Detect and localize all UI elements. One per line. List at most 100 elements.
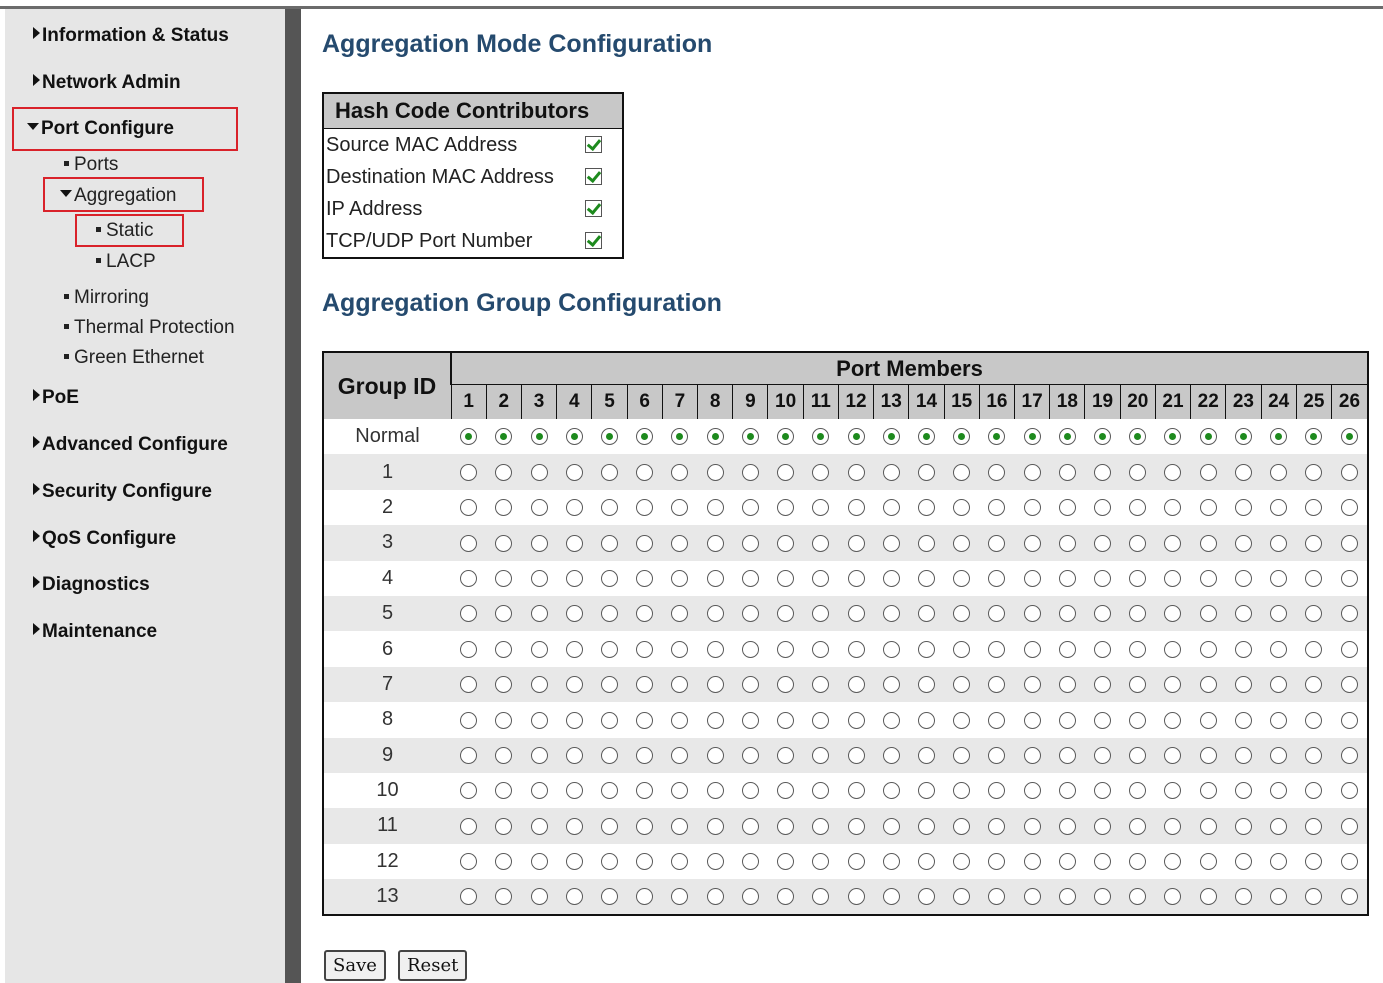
port-member-radio[interactable] [1094,853,1112,871]
port-member-radio[interactable] [1058,569,1076,587]
port-member-radio[interactable] [1270,569,1288,587]
port-member-radio[interactable] [1023,569,1041,587]
port-member-radio[interactable] [812,711,830,729]
port-member-radio[interactable] [565,782,583,800]
nav-lacp[interactable]: LACP [96,251,156,273]
port-member-radio[interactable] [530,534,548,552]
port-member-radio[interactable] [636,428,654,446]
port-member-radio[interactable] [777,428,795,446]
port-member-radio[interactable] [741,463,759,481]
port-member-radio[interactable] [953,499,971,517]
port-member-radio[interactable] [1305,534,1323,552]
port-member-radio[interactable] [1340,853,1358,871]
port-member-radio[interactable] [495,640,513,658]
port-member-radio[interactable] [1270,605,1288,623]
port-member-radio[interactable] [917,782,935,800]
port-member-radio[interactable] [1270,463,1288,481]
port-member-radio[interactable] [1129,463,1147,481]
nav-ports[interactable]: Ports [64,154,118,176]
port-member-radio[interactable] [847,817,865,835]
port-member-radio[interactable] [1234,888,1252,906]
port-member-radio[interactable] [600,676,618,694]
port-member-radio[interactable] [1129,534,1147,552]
port-member-radio[interactable] [530,640,548,658]
port-member-radio[interactable] [1305,676,1323,694]
port-member-radio[interactable] [671,676,689,694]
port-member-radio[interactable] [565,853,583,871]
port-member-radio[interactable] [1094,888,1112,906]
port-member-radio[interactable] [777,499,795,517]
tcp-udp-port-checkbox[interactable] [585,232,602,249]
port-member-radio[interactable] [1270,534,1288,552]
port-member-radio[interactable] [777,605,795,623]
port-member-radio[interactable] [1058,711,1076,729]
port-member-radio[interactable] [988,676,1006,694]
port-member-radio[interactable] [882,463,900,481]
port-member-radio[interactable] [565,746,583,764]
destination-mac-checkbox[interactable] [585,168,602,185]
port-member-radio[interactable] [706,428,724,446]
port-member-radio[interactable] [741,428,759,446]
source-mac-checkbox[interactable] [585,136,602,153]
port-member-radio[interactable] [1199,817,1217,835]
port-member-radio[interactable] [1094,499,1112,517]
port-member-radio[interactable] [1129,888,1147,906]
port-member-radio[interactable] [953,428,971,446]
port-member-radio[interactable] [953,534,971,552]
port-member-radio[interactable] [1094,746,1112,764]
port-member-radio[interactable] [1270,640,1288,658]
port-member-radio[interactable] [460,782,478,800]
port-member-radio[interactable] [1023,499,1041,517]
port-member-radio[interactable] [741,888,759,906]
port-member-radio[interactable] [1023,746,1041,764]
port-member-radio[interactable] [530,463,548,481]
port-member-radio[interactable] [917,499,935,517]
port-member-radio[interactable] [988,640,1006,658]
port-member-radio[interactable] [1199,711,1217,729]
port-member-radio[interactable] [1164,782,1182,800]
port-member-radio[interactable] [741,782,759,800]
port-member-radio[interactable] [460,640,478,658]
port-member-radio[interactable] [460,853,478,871]
port-member-radio[interactable] [460,605,478,623]
port-member-radio[interactable] [1340,605,1358,623]
port-member-radio[interactable] [636,711,654,729]
port-member-radio[interactable] [1058,640,1076,658]
port-member-radio[interactable] [777,640,795,658]
nav-security-configure[interactable]: Security Configure [33,481,212,503]
port-member-radio[interactable] [1094,534,1112,552]
port-member-radio[interactable] [636,853,654,871]
port-member-radio[interactable] [988,569,1006,587]
port-member-radio[interactable] [917,534,935,552]
port-member-radio[interactable] [1199,499,1217,517]
port-member-radio[interactable] [495,676,513,694]
port-member-radio[interactable] [1234,782,1252,800]
ip-address-checkbox[interactable] [585,200,602,217]
port-member-radio[interactable] [741,605,759,623]
port-member-radio[interactable] [530,676,548,694]
port-member-radio[interactable] [1234,640,1252,658]
port-member-radio[interactable] [1094,817,1112,835]
port-member-radio[interactable] [1199,676,1217,694]
port-member-radio[interactable] [1164,817,1182,835]
port-member-radio[interactable] [777,711,795,729]
port-member-radio[interactable] [495,711,513,729]
port-member-radio[interactable] [917,888,935,906]
port-member-radio[interactable] [1340,711,1358,729]
port-member-radio[interactable] [671,499,689,517]
port-member-radio[interactable] [671,888,689,906]
port-member-radio[interactable] [1199,463,1217,481]
port-member-radio[interactable] [812,569,830,587]
port-member-radio[interactable] [1058,888,1076,906]
port-member-radio[interactable] [988,463,1006,481]
port-member-radio[interactable] [1305,711,1323,729]
port-member-radio[interactable] [1129,676,1147,694]
port-member-radio[interactable] [812,817,830,835]
port-member-radio[interactable] [1023,888,1041,906]
port-member-radio[interactable] [1270,711,1288,729]
port-member-radio[interactable] [1199,782,1217,800]
port-member-radio[interactable] [1023,640,1041,658]
port-member-radio[interactable] [706,817,724,835]
port-member-radio[interactable] [706,746,724,764]
port-member-radio[interactable] [600,463,618,481]
